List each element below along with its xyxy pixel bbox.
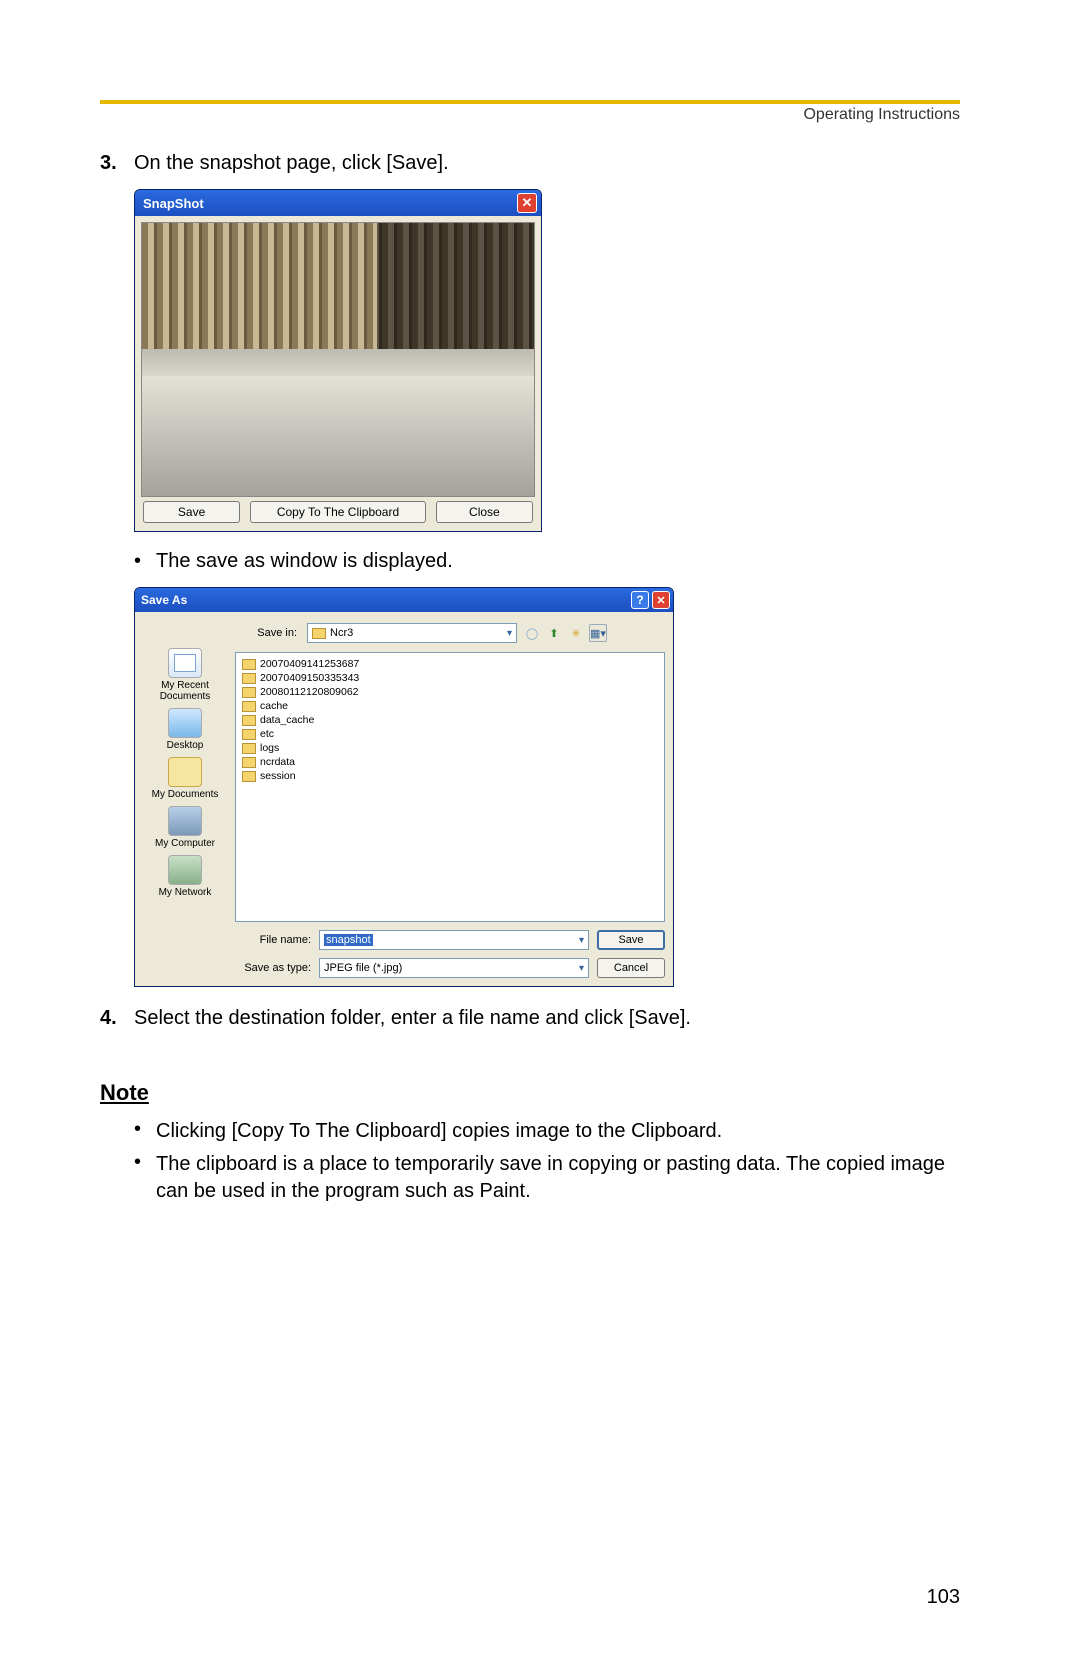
sidebar-item-computer[interactable]: My Computer: [155, 806, 215, 849]
bullet-icon: •: [134, 550, 156, 573]
views-icon[interactable]: ▦▾: [589, 624, 607, 642]
folder-icon: [242, 757, 256, 768]
note-list: • Clicking [Copy To The Clipboard] copie…: [100, 1118, 960, 1205]
filetype-row: Save as type: JPEG file (*.jpg) ▾ Cancel: [235, 958, 665, 978]
folder-icon: [242, 687, 256, 698]
folder-icon: [242, 743, 256, 754]
saveas-titlebar: Save As ? ✕: [135, 588, 673, 612]
note-bullet-1-text: Clicking [Copy To The Clipboard] copies …: [156, 1118, 722, 1145]
folder-icon: [242, 659, 256, 670]
close-button[interactable]: Close: [436, 501, 533, 523]
savein-select[interactable]: Ncr3 ▾: [307, 623, 517, 643]
page-number: 103: [927, 1586, 960, 1609]
sidebar-item-recent[interactable]: My Recent Documents: [135, 648, 235, 702]
saveas-title-buttons: ? ✕: [631, 591, 670, 609]
list-item[interactable]: etc: [242, 727, 658, 741]
sidebar-item-label: My Recent Documents: [135, 680, 235, 702]
list-item[interactable]: 20070409150335343: [242, 671, 658, 685]
list-item[interactable]: logs: [242, 741, 658, 755]
step-3: 3. On the snapshot page, click [Save].: [100, 152, 960, 175]
sidebar-item-label: My Network: [159, 887, 212, 898]
close-icon[interactable]: ✕: [652, 591, 670, 609]
filename-row: File name: snapshot ▾ Save: [235, 930, 665, 950]
step-3-text: On the snapshot page, click [Save].: [134, 152, 449, 175]
folder-icon: [242, 673, 256, 684]
file-list[interactable]: 20070409141253687 20070409150335343 2008…: [235, 652, 665, 922]
folder-icon: [242, 715, 256, 726]
note-bullet-2: • The clipboard is a place to temporaril…: [134, 1151, 960, 1205]
step-4: 4. Select the destination folder, enter …: [100, 1007, 960, 1030]
savein-value: Ncr3: [330, 627, 353, 639]
filename-label: File name:: [235, 934, 311, 946]
filetype-label: Save as type:: [235, 962, 311, 974]
chapter-title: Operating Instructions: [100, 106, 960, 124]
bullet-icon: •: [134, 1118, 156, 1145]
step-3-number: 3.: [100, 152, 134, 175]
sidebar-item-network[interactable]: My Network: [159, 855, 212, 898]
bullet-save-as: • The save as window is displayed.: [134, 550, 960, 573]
manual-page: Operating Instructions 3. On the snapsho…: [0, 0, 1080, 1271]
folder-icon: [242, 729, 256, 740]
chevron-down-icon: ▾: [579, 963, 584, 974]
chevron-down-icon: ▾: [579, 935, 584, 946]
saveas-body: My Recent Documents Desktop My Documents…: [135, 612, 673, 986]
note-bullet-2-text: The clipboard is a place to temporarily …: [156, 1151, 960, 1205]
bullet-icon: •: [134, 1151, 156, 1205]
close-icon[interactable]: ✕: [517, 193, 537, 213]
snapshot-button-row: Save Copy To The Clipboard Close: [141, 497, 535, 525]
bullet-save-as-text: The save as window is displayed.: [156, 550, 453, 573]
note-bullet-1: • Clicking [Copy To The Clipboard] copie…: [134, 1118, 960, 1145]
snapshot-window: SnapShot ✕ Save Copy To The Clipboard Cl…: [134, 189, 542, 532]
sidebar-item-label: Desktop: [167, 740, 204, 751]
snapshot-table: [142, 376, 534, 496]
note-heading: Note: [100, 1080, 960, 1106]
help-icon[interactable]: ?: [631, 591, 649, 609]
sidebar-item-desktop[interactable]: Desktop: [167, 708, 204, 751]
list-item[interactable]: cache: [242, 699, 658, 713]
savein-label: Save in:: [235, 627, 301, 639]
desktop-icon: [168, 708, 202, 738]
snapshot-shadow: [377, 223, 534, 349]
save-button[interactable]: Save: [143, 501, 240, 523]
step-4-number: 4.: [100, 1007, 134, 1030]
saveas-window: Save As ? ✕ My Recent Documents Desktop …: [134, 587, 674, 987]
saveas-toolbar: Save in: Ncr3 ▾ ◯ ⬆ ✳ ▦▾: [235, 620, 665, 646]
list-item[interactable]: 20070409141253687: [242, 657, 658, 671]
list-item[interactable]: data_cache: [242, 713, 658, 727]
snapshot-titlebar: SnapShot ✕: [135, 190, 541, 216]
chevron-down-icon: ▾: [507, 628, 512, 639]
list-item[interactable]: session: [242, 769, 658, 783]
filename-input[interactable]: snapshot ▾: [319, 930, 589, 950]
computer-icon: [168, 806, 202, 836]
copy-clipboard-button[interactable]: Copy To The Clipboard: [250, 501, 426, 523]
recent-docs-icon: [168, 648, 202, 678]
save-button[interactable]: Save: [597, 930, 665, 950]
step-4-text: Select the destination folder, enter a f…: [134, 1007, 691, 1030]
sidebar-item-label: My Computer: [155, 838, 215, 849]
cancel-button[interactable]: Cancel: [597, 958, 665, 978]
up-icon[interactable]: ⬆: [545, 624, 563, 642]
snapshot-title: SnapShot: [143, 196, 204, 211]
new-folder-icon[interactable]: ✳: [567, 624, 585, 642]
saveas-main: Save in: Ncr3 ▾ ◯ ⬆ ✳ ▦▾: [235, 620, 665, 978]
folder-icon: [242, 701, 256, 712]
folder-icon: [312, 628, 326, 639]
saveas-title: Save As: [141, 593, 187, 607]
snapshot-body: Save Copy To The Clipboard Close: [135, 216, 541, 531]
sidebar-item-label: My Documents: [152, 789, 219, 800]
folder-icon: [168, 757, 202, 787]
toolbar-icons: ◯ ⬆ ✳ ▦▾: [523, 624, 607, 642]
list-item[interactable]: 20080112120809062: [242, 685, 658, 699]
sidebar-item-mydocs[interactable]: My Documents: [152, 757, 219, 800]
header-rule: [100, 100, 960, 104]
back-icon[interactable]: ◯: [523, 624, 541, 642]
snapshot-image: [141, 222, 535, 497]
snapshot-wall: [142, 349, 534, 376]
saveas-sidebar: My Recent Documents Desktop My Documents…: [135, 620, 235, 978]
folder-icon: [242, 771, 256, 782]
list-item[interactable]: ncrdata: [242, 755, 658, 769]
filetype-select[interactable]: JPEG file (*.jpg) ▾: [319, 958, 589, 978]
network-icon: [168, 855, 202, 885]
